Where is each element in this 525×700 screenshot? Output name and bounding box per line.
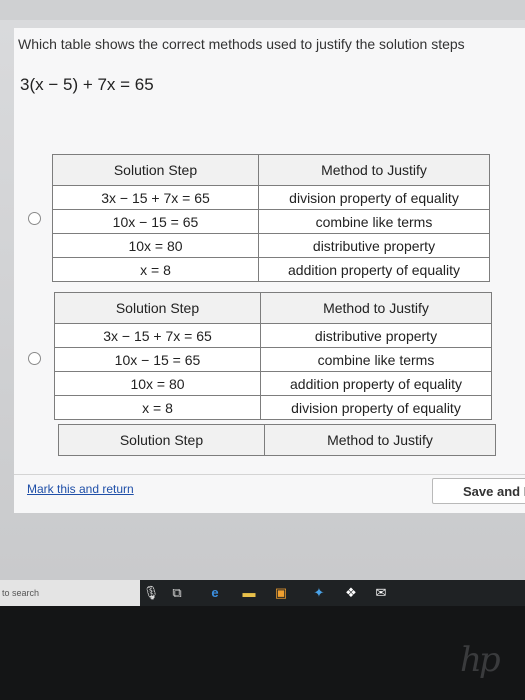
step-cell: x = 8 (54, 395, 261, 420)
method-cell: division property of equality (258, 185, 490, 210)
save-and-exit-button[interactable]: Save and E (432, 478, 525, 504)
method-cell: combine like terms (260, 347, 492, 372)
step-cell: x = 8 (52, 257, 259, 282)
taskbar-search[interactable]: to search (0, 580, 140, 606)
header-method-to-justify: Method to Justify (258, 154, 490, 186)
equation: 3(x − 5) + 7x = 65 (20, 75, 154, 94)
task-view-icon[interactable]: ⧉ (168, 584, 186, 602)
table-row: 10x − 15 = 65 combine like terms (54, 347, 492, 372)
mail-icon[interactable]: ✉ (372, 584, 390, 602)
step-cell: 3x − 15 + 7x = 65 (54, 323, 261, 348)
table-header-row: Solution Step Method to Justify (54, 292, 492, 324)
table-row: 10x − 15 = 65 combine like terms (52, 209, 490, 234)
screen: Which table shows the correct methods us… (0, 20, 525, 580)
taskbar: to search 🎙 ⧉ e ▬ ▣ ✦ ❖ ✉ (0, 580, 525, 606)
table-row: 3x − 15 + 7x = 65 division property of e… (52, 185, 490, 210)
header-method-to-justify: Method to Justify (264, 424, 496, 456)
step-cell: 10x − 15 = 65 (54, 347, 261, 372)
table-row: x = 8 division property of equality (54, 395, 492, 420)
option-1-table: Solution Step Method to Justify 3x − 15 … (52, 154, 490, 282)
method-cell: addition property of equality (258, 257, 490, 282)
monitor-bottom-bezel (0, 606, 525, 700)
step-cell: 10x = 80 (54, 371, 261, 396)
table-row: x = 8 addition property of equality (52, 257, 490, 282)
pinned-app-icon[interactable]: ✦ (310, 584, 328, 602)
file-explorer-icon[interactable]: ▬ (240, 584, 258, 602)
header-method-to-justify: Method to Justify (260, 292, 492, 324)
header-solution-step: Solution Step (58, 424, 265, 456)
store-icon[interactable]: ▣ (272, 584, 290, 602)
step-cell: 10x − 15 = 65 (52, 209, 259, 234)
table-row: 10x = 80 distributive property (52, 233, 490, 258)
method-cell: addition property of equality (260, 371, 492, 396)
step-cell: 3x − 15 + 7x = 65 (52, 185, 259, 210)
table-row: 3x − 15 + 7x = 65 distributive property (54, 323, 492, 348)
method-cell: distributive property (260, 323, 492, 348)
table-row: 10x = 80 addition property of equality (54, 371, 492, 396)
mark-this-and-return-link[interactable]: Mark this and return (27, 482, 134, 496)
question-text: Which table shows the correct methods us… (18, 36, 465, 52)
microphone-icon[interactable]: 🎙 (142, 584, 160, 602)
table-header-row: Solution Step Method to Justify (52, 154, 490, 186)
question-card: Which table shows the correct methods us… (14, 28, 525, 513)
method-cell: division property of equality (260, 395, 492, 420)
option-3-table: Solution Step Method to Justify (58, 424, 496, 456)
step-cell: 10x = 80 (52, 233, 259, 258)
option-2-table: Solution Step Method to Justify 3x − 15 … (54, 292, 492, 420)
table-header-row: Solution Step Method to Justify (58, 424, 496, 456)
monitor-top-bezel (0, 0, 525, 20)
footer-divider (14, 474, 525, 475)
hp-logo: hp (460, 640, 501, 680)
option-2-radio[interactable] (28, 352, 41, 365)
method-cell: combine like terms (258, 209, 490, 234)
dropbox-icon[interactable]: ❖ (342, 584, 360, 602)
option-1-radio[interactable] (28, 212, 41, 225)
header-solution-step: Solution Step (52, 154, 259, 186)
header-solution-step: Solution Step (54, 292, 261, 324)
method-cell: distributive property (258, 233, 490, 258)
edge-icon[interactable]: e (206, 584, 224, 602)
